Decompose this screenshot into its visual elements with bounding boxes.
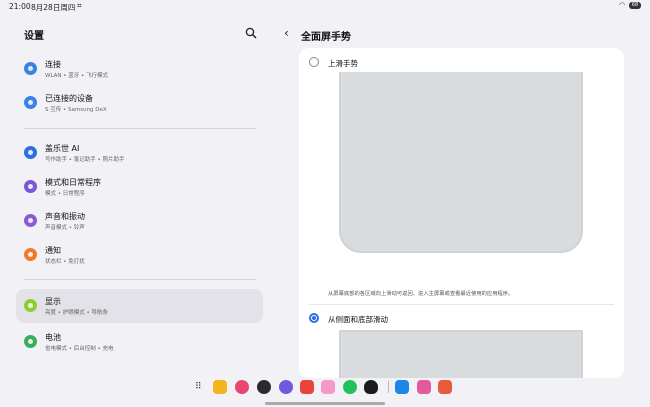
item-subtitle: 写作助手 • 笔记助手 • 照片助手 (45, 157, 125, 163)
gallery-app-icon[interactable] (235, 380, 249, 394)
item-title: 电池 (45, 333, 61, 342)
swipe-up-radio[interactable] (309, 57, 319, 67)
item-subtitle: 亮度 • 护眼模式 • 导航条 (45, 310, 108, 316)
notes-app-icon[interactable] (213, 380, 227, 394)
swipe-sides-bottom-radio[interactable] (309, 313, 319, 323)
screenshot-icon: ⌗ (77, 1, 82, 10)
wechat-app-icon[interactable] (343, 380, 357, 394)
item-subtitle: WLAN • 蓝牙 • 飞行模式 (45, 73, 108, 79)
music-app-icon[interactable] (300, 380, 314, 394)
notification-icon (24, 248, 37, 261)
settings-item-notifications[interactable]: 通知 状态栏 • 免打扰 (16, 238, 263, 272)
camera-app-icon[interactable] (257, 380, 271, 394)
status-time: 21:00 (9, 2, 31, 11)
settings-title: 设置 (24, 31, 44, 42)
sound-icon (24, 214, 37, 227)
app-pink-icon[interactable] (417, 380, 431, 394)
status-date: 8月28日周四 (31, 3, 76, 12)
item-title: 声音和振动 (45, 212, 85, 221)
item-subtitle: 声音模式 • 铃声 (45, 225, 85, 231)
modes-icon (24, 180, 37, 193)
dock-separator (388, 381, 389, 393)
swipe-up-label[interactable]: 上滑手势 (328, 58, 358, 69)
home-indicator[interactable] (265, 402, 385, 405)
swipe-sides-preview-image (339, 330, 583, 378)
gesture-options-card: 上滑手势 从屏幕底部的各区域向上滑动可返回、进入主屏幕或查看最近使用的应用程序。… (299, 48, 624, 378)
swipe-sides-bottom-label[interactable]: 从侧面和底部滑动 (328, 314, 388, 325)
browser-app-icon[interactable] (279, 380, 293, 394)
swipe-up-preview-image (339, 72, 583, 253)
card-divider (309, 304, 614, 305)
page-title: 全面屏手势 (301, 32, 351, 43)
settings-item-connected-devices[interactable]: 已连接的设备 S 互传 • Samsung DeX (16, 86, 263, 120)
settings-item-display[interactable]: 显示 亮度 • 护眼模式 • 导航条 (16, 289, 263, 323)
item-title: 连接 (45, 60, 61, 69)
settings-item-sound-vibration[interactable]: 声音和振动 声音模式 • 铃声 (16, 204, 263, 238)
swipe-up-description: 从屏幕底部的各区域向上滑动可返回、进入主屏幕或查看最近使用的应用程序。 (328, 291, 514, 297)
display-icon (24, 299, 37, 312)
settings-item-battery[interactable]: 电池 省电模式 • 后台控制 • 充电 (16, 325, 263, 359)
back-button[interactable]: ‹ (284, 26, 289, 40)
item-title: 显示 (45, 297, 61, 306)
store-app-icon[interactable] (321, 380, 335, 394)
wifi-icon (24, 62, 37, 75)
search-icon (245, 27, 257, 39)
item-title: 通知 (45, 246, 61, 255)
item-title: 盖乐世 AI (45, 144, 80, 153)
section-divider (24, 279, 256, 280)
back-arrow-icon: ‹ (284, 26, 289, 40)
section-divider (24, 128, 256, 129)
settings-item-connections[interactable]: 连接 WLAN • 蓝牙 • 飞行模式 (16, 52, 263, 86)
ai-icon (24, 146, 37, 159)
item-title: 模式和日常程序 (45, 178, 101, 187)
item-subtitle: 省电模式 • 后台控制 • 充电 (45, 346, 114, 352)
battery-indicator: 68 (629, 2, 641, 9)
wifi-status-icon: ◠ (619, 1, 626, 9)
devices-icon (24, 96, 37, 109)
settings-item-modes-routines[interactable]: 模式和日常程序 模式 • 日常程序 (16, 170, 263, 204)
apps-grid-icon[interactable]: ⠿ (195, 383, 204, 392)
item-title: 已连接的设备 (45, 94, 93, 103)
settings-item-galaxy-ai[interactable]: 盖乐世 AI 写作助手 • 笔记助手 • 照片助手 (16, 136, 263, 170)
battery-icon (24, 335, 37, 348)
item-subtitle: 状态栏 • 免打扰 (45, 259, 85, 265)
qq-app-icon[interactable] (364, 380, 378, 394)
app-red-icon[interactable] (438, 380, 452, 394)
status-bar: 21:00 8月28日周四 ⌗ ◠ 68 (0, 0, 650, 13)
item-subtitle: S 互传 • Samsung DeX (45, 107, 107, 113)
item-subtitle: 模式 • 日常程序 (45, 191, 85, 197)
app-blue-icon[interactable] (395, 380, 409, 394)
search-button[interactable] (244, 25, 258, 39)
